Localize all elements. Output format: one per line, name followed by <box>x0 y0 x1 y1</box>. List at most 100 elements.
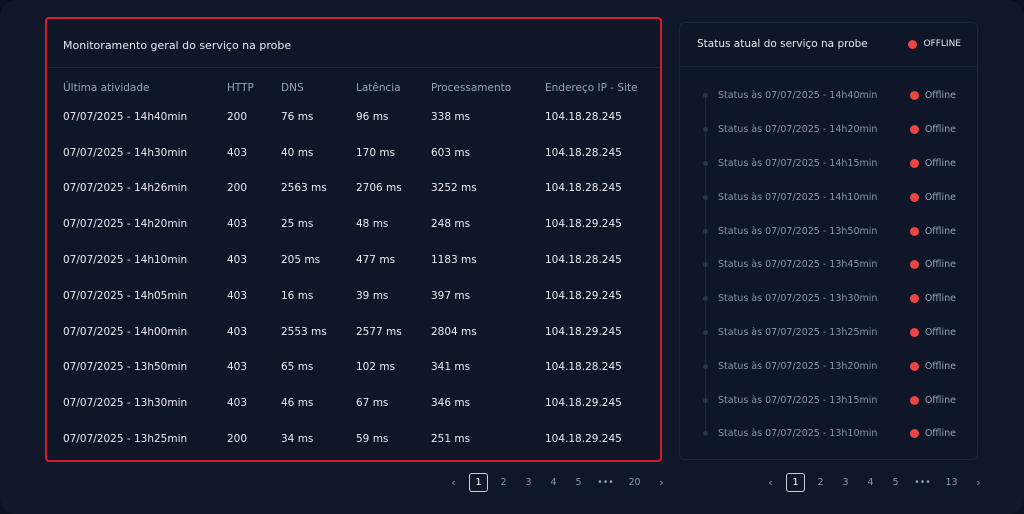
cell-ip-address: 104.18.29.245 <box>545 397 622 410</box>
status-state-label: Offline <box>924 428 956 440</box>
cell-http: 200 <box>227 433 248 446</box>
page-button[interactable]: 5 <box>569 473 588 492</box>
page-button[interactable]: 20 <box>623 473 646 492</box>
dashboard-frame: Monitoramento geral do serviço na probe … <box>0 0 1024 514</box>
status-title: Status atual do serviço na probe <box>697 38 868 50</box>
timeline-marker <box>703 93 708 99</box>
status-list-item: Status às 07/07/2025 - 13h20min Offline <box>680 349 977 383</box>
page-button[interactable]: 2 <box>811 473 830 492</box>
cell-http: 403 <box>227 254 248 267</box>
next-page-icon[interactable]: › <box>652 473 671 492</box>
page-button[interactable]: 4 <box>861 473 880 492</box>
status-panel: Status atual do serviço na probe OFFLINE… <box>679 22 978 460</box>
cell-processing: 2804 ms <box>431 325 477 338</box>
status-state-label: Offline <box>924 259 956 271</box>
cell-latency: 102 ms <box>356 361 396 374</box>
page-button[interactable]: 2 <box>494 473 513 492</box>
page-button[interactable]: 5 <box>886 473 905 492</box>
status-state-label: Offline <box>924 191 956 203</box>
status-timestamp: Status às 07/07/2025 - 14h20min <box>718 124 878 136</box>
cell-ip-address: 104.18.28.245 <box>545 254 622 267</box>
cell-latency: 96 ms <box>356 110 389 123</box>
cell-dns: 25 ms <box>281 218 314 231</box>
cell-last-activity: 07/07/2025 - 14h20min <box>63 218 188 231</box>
column-header-http[interactable]: HTTP <box>227 77 281 99</box>
column-header-dns[interactable]: DNS <box>281 77 356 99</box>
table-row[interactable]: 07/07/2025 - 13h50min 403 65 ms 102 ms 341 m… <box>63 350 653 386</box>
timeline-marker <box>703 397 708 403</box>
cell-http: 200 <box>227 182 248 195</box>
cell-http: 403 <box>227 146 248 159</box>
table-header-row: Última atividade HTTP DNS Latência Proce… <box>63 77 653 99</box>
page-button[interactable]: 1 <box>786 473 805 492</box>
status-list-item: Status às 07/07/2025 - 13h45min Offline <box>680 248 977 282</box>
status-list: Status às 07/07/2025 - 14h40min Offline St… <box>680 79 977 451</box>
page-button[interactable]: 4 <box>544 473 563 492</box>
monitor-title: Monitoramento geral do serviço na probe <box>63 39 292 52</box>
status-list-item: Status às 07/07/2025 - 13h25min Offline <box>680 316 977 350</box>
page-button[interactable]: 3 <box>519 473 538 492</box>
status-timestamp: Status às 07/07/2025 - 13h20min <box>718 360 878 372</box>
column-header-latency[interactable]: Latência <box>356 77 431 99</box>
cell-dns: 2563 ms <box>281 182 327 195</box>
table-row[interactable]: 07/07/2025 - 14h30min 403 40 ms 170 ms 603 m… <box>63 135 653 171</box>
offline-dot-icon <box>908 39 918 49</box>
cell-processing: 251 ms <box>431 433 471 446</box>
cell-processing: 346 ms <box>431 397 471 410</box>
status-state: Offline <box>909 293 956 304</box>
table-row[interactable]: 07/07/2025 - 14h10min 403 205 ms 477 ms 1183… <box>63 242 653 278</box>
table-row[interactable]: 07/07/2025 - 14h05min 403 16 ms 39 ms 397 ms… <box>63 278 653 314</box>
offline-dot-icon <box>909 361 919 371</box>
table-row[interactable]: 07/07/2025 - 14h40min 200 76 ms 96 ms 338 ms… <box>63 99 653 135</box>
offline-dot-icon <box>909 327 919 337</box>
cell-last-activity: 07/07/2025 - 14h10min <box>63 254 188 267</box>
cell-processing: 603 ms <box>431 146 471 159</box>
column-header-last-activity[interactable]: Última atividade <box>63 77 227 99</box>
monitor-pagination: ‹ 1 2 3 4 5 ••• 20 › <box>444 473 677 492</box>
column-header-processing[interactable]: Processamento <box>431 77 545 99</box>
cell-http: 200 <box>227 110 248 123</box>
cell-http: 403 <box>227 361 248 374</box>
offline-dot-icon <box>909 192 919 202</box>
prev-page-icon[interactable]: ‹ <box>761 473 780 492</box>
status-state-label: Offline <box>924 157 956 169</box>
status-state: Offline <box>909 124 956 135</box>
timeline-marker <box>703 262 708 268</box>
cell-ip-address: 104.18.29.245 <box>545 433 622 446</box>
next-page-icon[interactable]: › <box>969 473 988 492</box>
cell-ip-address: 104.18.29.245 <box>545 289 622 302</box>
table-row[interactable]: 07/07/2025 - 14h00min 403 2553 ms 2577 ms 28… <box>63 314 653 350</box>
cell-ip-address: 104.18.28.245 <box>545 146 622 159</box>
table-row[interactable]: 07/07/2025 - 14h20min 403 25 ms 48 ms 248 ms… <box>63 206 653 242</box>
status-list-item: Status às 07/07/2025 - 14h10min Offline <box>680 180 977 214</box>
cell-dns: 46 ms <box>281 397 314 410</box>
cell-http: 403 <box>227 218 248 231</box>
cell-processing: 3252 ms <box>431 182 477 195</box>
more-pages-ellipsis[interactable]: ••• <box>911 473 934 492</box>
more-pages-ellipsis[interactable]: ••• <box>594 473 617 492</box>
monitor-divider <box>47 67 660 68</box>
status-state-label: Offline <box>924 394 956 406</box>
status-state: Offline <box>909 394 956 406</box>
table-row[interactable]: 07/07/2025 - 13h30min 403 46 ms 67 ms 346 ms… <box>63 385 653 421</box>
cell-dns: 34 ms <box>281 433 314 446</box>
cell-ip-address: 104.18.29.245 <box>545 218 622 231</box>
prev-page-icon[interactable]: ‹ <box>444 473 463 492</box>
status-pagination: ‹ 1 2 3 4 5 ••• 13 › <box>761 473 994 492</box>
offline-dot-icon <box>909 226 919 236</box>
status-state-label: Offline <box>924 360 956 372</box>
table-row[interactable]: 07/07/2025 - 13h25min 200 34 ms 59 ms 251 ms… <box>63 421 653 457</box>
timeline-marker <box>703 296 708 302</box>
page-button[interactable]: 13 <box>940 473 963 492</box>
table-row[interactable]: 07/07/2025 - 14h26min 200 2563 ms 2706 ms 32… <box>63 171 653 207</box>
status-list-item: Status às 07/07/2025 - 14h40min Offline <box>680 79 977 113</box>
column-header-ip-address[interactable]: Endereço IP - Site <box>545 77 653 99</box>
status-timestamp: Status às 07/07/2025 - 14h10min <box>718 191 878 203</box>
cell-latency: 477 ms <box>356 254 396 267</box>
page-button[interactable]: 1 <box>469 473 488 492</box>
status-state: Offline <box>909 191 956 203</box>
page-button[interactable]: 3 <box>836 473 855 492</box>
status-state: Offline <box>909 226 956 237</box>
cell-last-activity: 07/07/2025 - 14h26min <box>63 182 188 195</box>
cell-http: 403 <box>227 325 248 338</box>
